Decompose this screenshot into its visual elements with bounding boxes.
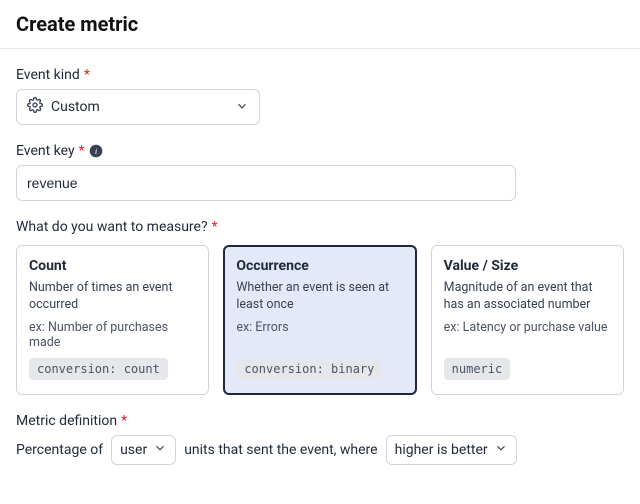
card-desc: Magnitude of an event that has an associ… [444,280,611,314]
card-title: Value / Size [444,258,611,274]
card-example: ex: Number of purchases made [29,320,196,350]
measure-card-occurrence[interactable]: Occurrence Whether an event is seen at l… [223,245,416,395]
direction-select[interactable]: higher is better [386,435,517,465]
card-desc: Number of times an event occurred [29,280,196,314]
metric-definition-row: Percentage of user units that sent the e… [16,435,624,465]
event-kind-label: Event kind * [16,67,624,83]
event-key-input[interactable] [16,165,516,201]
event-key-label: Event key * i [16,143,624,159]
measure-card-count[interactable]: Count Number of times an event occurred … [16,245,209,395]
card-title: Occurrence [236,258,403,274]
divider [0,48,640,49]
measure-card-value[interactable]: Value / Size Magnitude of an event that … [431,245,624,395]
event-kind-select[interactable]: Custom [16,89,260,125]
definition-prefix: Percentage of [16,442,103,458]
chevron-down-icon [235,98,249,117]
definition-middle: units that sent the event, where [184,442,377,458]
card-example: ex: Latency or purchase value [444,320,611,335]
gear-icon [27,97,43,117]
card-badge: conversion: binary [236,358,382,380]
chevron-down-icon [494,441,508,459]
unit-select[interactable]: user [111,435,176,465]
card-badge: numeric [444,358,511,380]
card-desc: Whether an event is seen at least once [236,280,403,314]
metric-definition-label: Metric definition * [16,413,624,429]
measure-label: What do you want to measure? * [16,219,624,235]
card-example: ex: Errors [236,320,403,335]
card-badge: conversion: count [29,358,168,380]
chevron-down-icon [153,441,167,459]
page-title: Create metric [16,12,624,36]
info-icon[interactable]: i [89,144,103,158]
card-title: Count [29,258,196,274]
event-kind-value: Custom [51,99,227,115]
